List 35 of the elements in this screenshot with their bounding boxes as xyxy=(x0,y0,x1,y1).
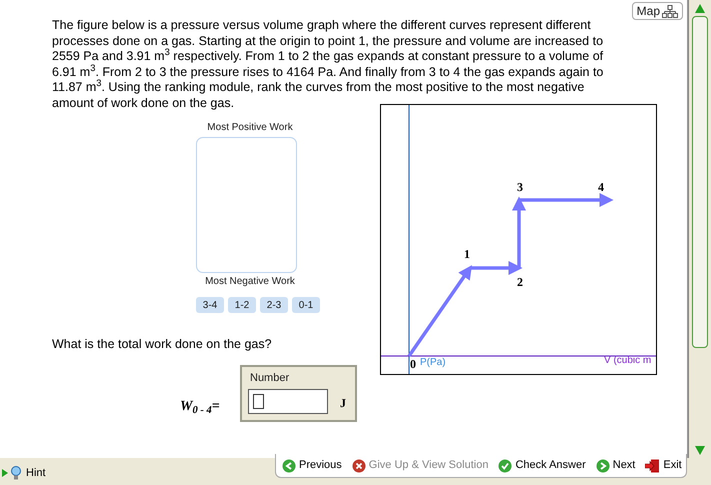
cancel-icon xyxy=(352,458,366,472)
variable-label: W$_{0 - 4}$= xyxy=(180,398,220,417)
ranking-drop-area[interactable] xyxy=(196,137,297,273)
exit-door-icon xyxy=(645,458,660,472)
ranking-chip[interactable]: 2-3 xyxy=(260,297,288,313)
point-label: 1 xyxy=(464,248,470,260)
ranking-chip[interactable]: 0-1 xyxy=(292,297,320,313)
unit-label: J xyxy=(340,395,346,412)
exit-button[interactable]: Exit xyxy=(645,457,682,474)
ranking-label: Most Negative Work xyxy=(204,275,296,289)
play-icon xyxy=(2,469,8,478)
next-button[interactable]: Next xyxy=(596,457,636,474)
scroll-up-icon[interactable] xyxy=(695,4,705,13)
hint-button[interactable]: Hint xyxy=(2,465,46,482)
number-field[interactable] xyxy=(248,389,328,414)
point-label: 4 xyxy=(598,181,604,193)
checkmark-icon xyxy=(498,458,512,472)
check-button[interactable]: Check Answer xyxy=(498,457,586,474)
map-button[interactable]: Map xyxy=(632,2,683,20)
hierarchy-icon xyxy=(662,4,678,18)
field-label: Number xyxy=(250,371,290,386)
ranking-label: Most Positive Work xyxy=(206,121,294,135)
scroll-down-icon[interactable] xyxy=(695,446,705,455)
point-label: 3 xyxy=(517,181,523,193)
ranking-chip[interactable]: 1-2 xyxy=(228,297,256,313)
point-label: 0 xyxy=(410,358,416,370)
problem-text: The figure below is a pressure versus volume graph where the different curves represent different processes done on a gas. Starting at the origin to point 1, the pressure and volume are increased to 2559 Pa and 3.91 m$^{3}$ respectively. From 1 to 2 the gas expands at constant pressure to a volume of 6.91 m$^{3}$. From 2 to 3 the pressure rises to 4164 Pa. And finally from 3 to 4 the gas expands again to 11.87 m$^{3}$. Using the ranking module, rank the curves from the most positive to the most negative amount of work done on the gas. xyxy=(52,18,604,111)
point-label: 2 xyxy=(517,276,523,288)
axis-label: V (cubic m xyxy=(604,356,652,366)
ranking-chip[interactable]: 3-4 xyxy=(196,297,224,313)
previous-button[interactable]: Previous xyxy=(282,457,342,474)
scrollbar[interactable] xyxy=(688,0,711,458)
question-text: What is the total work done on the gas? xyxy=(52,336,272,353)
lightbulb-icon xyxy=(11,466,21,480)
axis-label: P(Pa) xyxy=(420,358,446,368)
